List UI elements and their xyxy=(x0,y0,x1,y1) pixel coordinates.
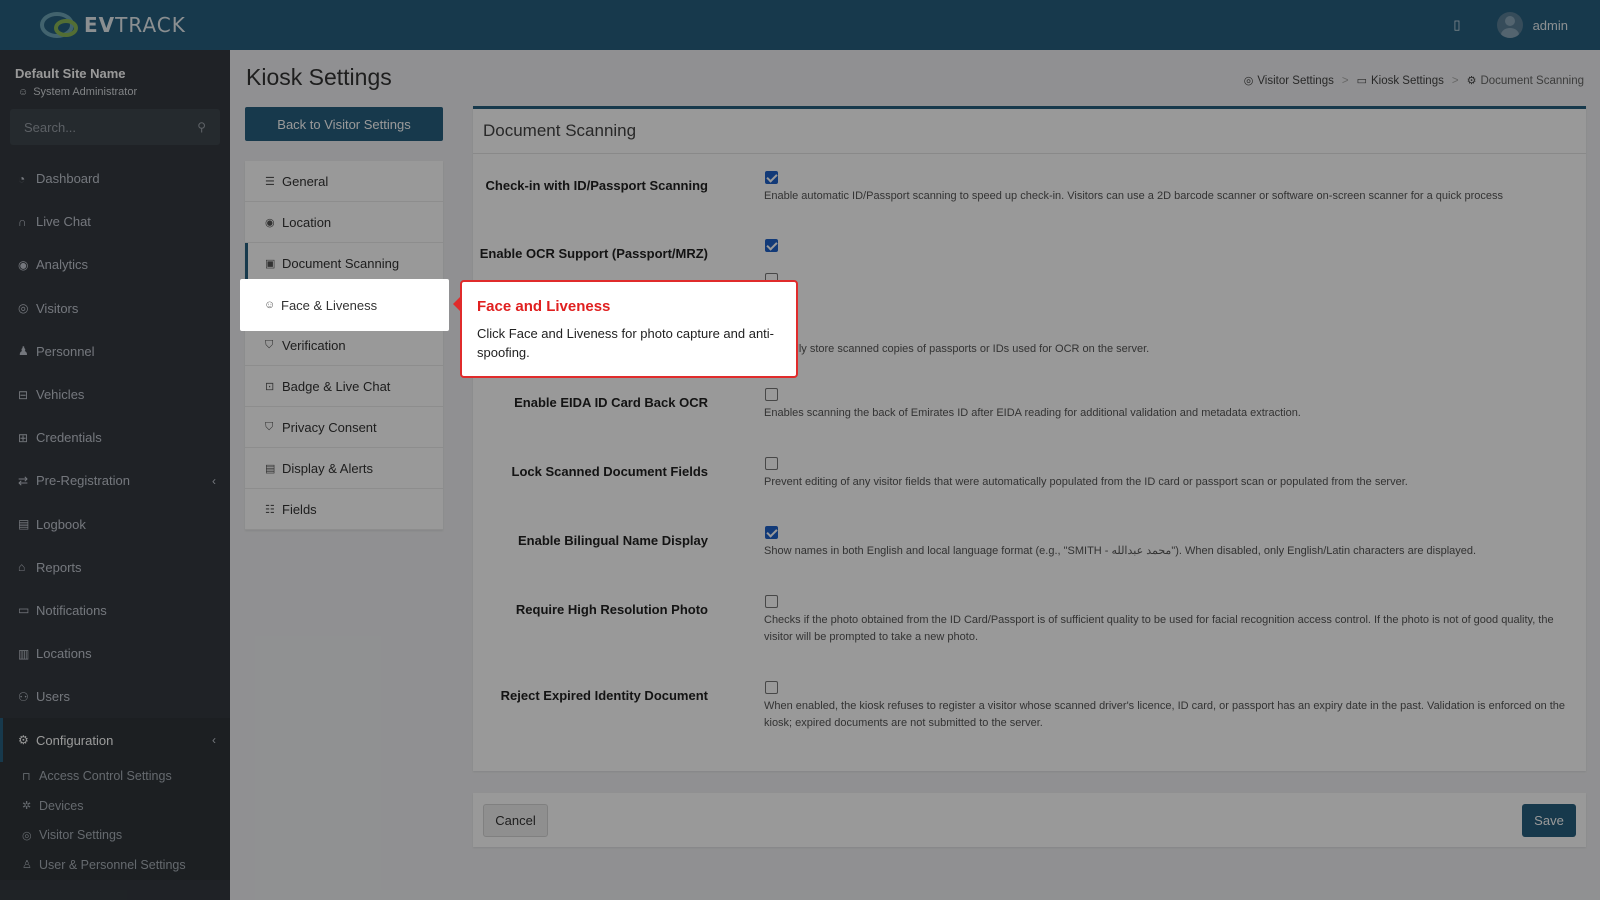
tour-tooltip: Face and Liveness Click Face and Livenes… xyxy=(453,280,798,378)
menu-item-label: Face & Liveness xyxy=(281,297,378,313)
tooltip-text: Click Face and Liveness for photo captur… xyxy=(477,326,775,360)
highlighted-menu-item-face-liveness[interactable]: ☺ Face & Liveness xyxy=(264,279,377,331)
face-icon: ☺ xyxy=(264,299,276,311)
tour-overlay[interactable] xyxy=(0,0,1600,900)
tooltip-title: Face and Liveness xyxy=(477,298,611,315)
